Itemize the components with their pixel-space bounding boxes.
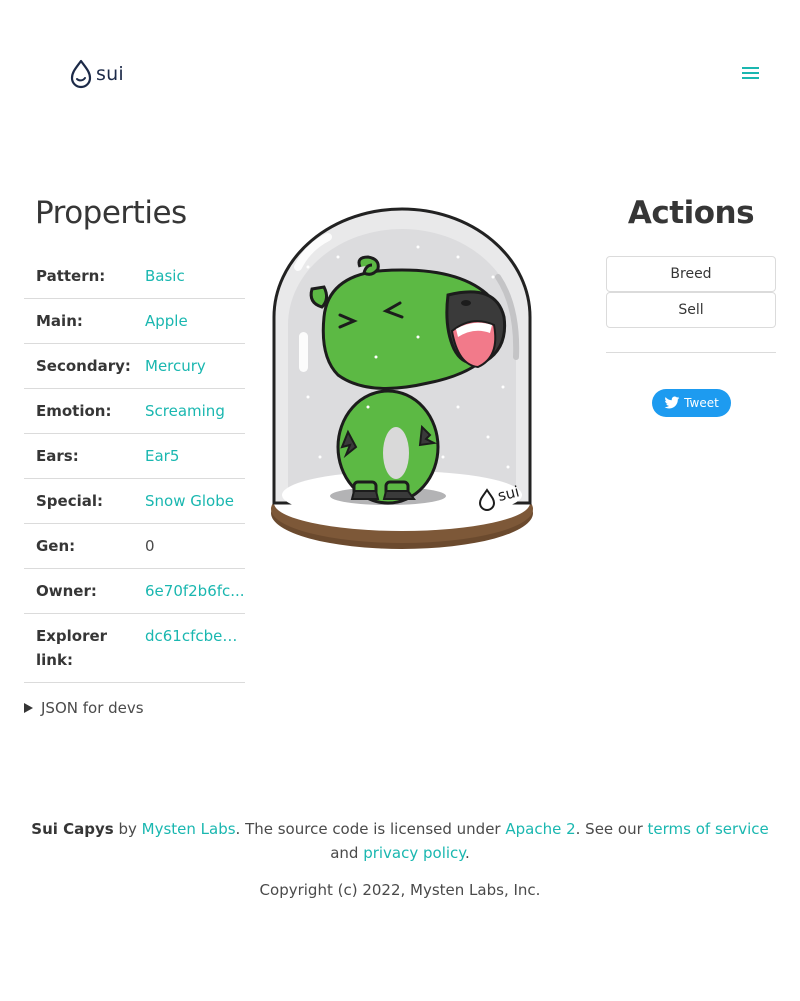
logo-text: sui xyxy=(96,63,124,85)
property-key: Owner: xyxy=(24,568,133,614)
property-value[interactable]: dc61cfcbea... xyxy=(133,613,245,683)
twitter-bird-icon xyxy=(664,396,680,409)
sui-droplet-icon xyxy=(70,59,92,89)
property-row: Gen: 0 xyxy=(24,523,245,569)
property-row: Special: Snow Globe xyxy=(24,478,245,524)
property-value[interactable]: Snow Globe xyxy=(133,478,245,524)
breed-button[interactable]: Breed xyxy=(606,256,776,292)
capy-snow-globe-image: sui xyxy=(271,207,533,549)
property-value[interactable]: Apple xyxy=(133,298,245,344)
property-value[interactable]: Basic xyxy=(133,256,245,299)
property-key: Secondary: xyxy=(24,343,133,389)
apache-license-link[interactable]: Apache 2 xyxy=(505,820,575,838)
property-value[interactable]: 6e70f2b6fc... xyxy=(133,568,245,614)
property-row: Pattern: Basic xyxy=(24,256,245,299)
sell-button[interactable]: Sell xyxy=(606,292,776,328)
property-key: Pattern: xyxy=(24,256,133,299)
property-key: Explorer link: xyxy=(24,613,133,683)
footer-license-text: . The source code is licensed under xyxy=(235,820,506,838)
property-key: Special: xyxy=(24,478,133,524)
property-value[interactable]: Ear5 xyxy=(133,433,245,479)
tweet-label: Tweet xyxy=(684,396,719,410)
property-row: Owner: 6e70f2b6fc... xyxy=(24,568,245,614)
properties-table: Pattern: Basic Main: Apple Secondary: Mercury… xyxy=(24,256,245,683)
property-row: Explorer link: dc61cfcbea... xyxy=(24,613,245,683)
tweet-button[interactable]: Tweet xyxy=(652,389,731,417)
privacy-policy-link[interactable]: privacy policy xyxy=(363,844,465,862)
property-key: Main: xyxy=(24,298,133,344)
actions-title: Actions xyxy=(627,195,755,231)
footer-end-text: . xyxy=(465,844,470,862)
property-row: Ears: Ear5 xyxy=(24,433,245,479)
terms-of-service-link[interactable]: terms of service xyxy=(648,820,769,838)
property-key: Ears: xyxy=(24,433,133,479)
json-toggle-label: JSON for devs xyxy=(41,699,144,717)
property-row: Emotion: Screaming xyxy=(24,388,245,434)
sui-logo[interactable]: sui xyxy=(70,59,124,89)
property-key: Gen: xyxy=(24,523,133,569)
json-for-devs-toggle[interactable]: JSON for devs xyxy=(24,699,144,717)
actions-divider xyxy=(606,352,776,353)
property-value: 0 xyxy=(133,523,245,569)
footer-see-text: . See our xyxy=(575,820,648,838)
property-row: Main: Apple xyxy=(24,298,245,344)
property-key: Emotion: xyxy=(24,388,133,434)
footer-by-text: by xyxy=(113,820,142,838)
footer-app-name: Sui Capys xyxy=(31,820,114,838)
properties-title: Properties xyxy=(35,195,187,231)
footer-and-text: and xyxy=(330,844,364,862)
hamburger-menu-icon[interactable] xyxy=(742,67,759,80)
property-value[interactable]: Screaming xyxy=(133,388,245,434)
copyright-text: Copyright (c) 2022, Mysten Labs, Inc. xyxy=(259,881,541,899)
property-value[interactable]: Mercury xyxy=(133,343,245,389)
footer-text: Sui Capys by Mysten Labs. The source cod… xyxy=(20,817,780,865)
property-row: Secondary: Mercury xyxy=(24,343,245,389)
disclosure-triangle-icon xyxy=(24,703,33,713)
mysten-labs-link[interactable]: Mysten Labs xyxy=(142,820,236,838)
